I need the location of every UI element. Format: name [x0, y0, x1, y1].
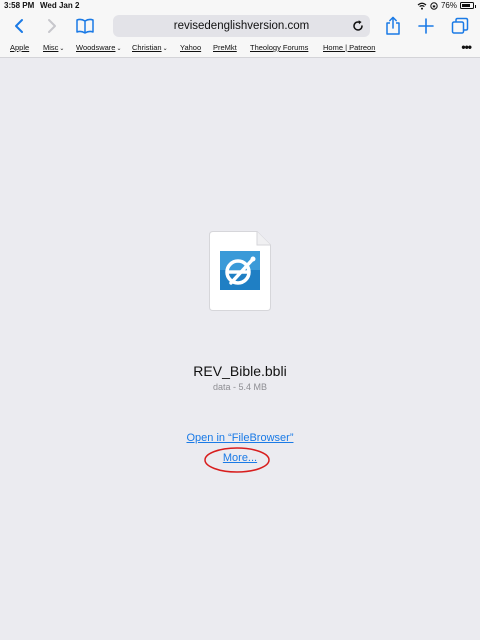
bookmark-yahoo[interactable]: Yahoo — [180, 43, 201, 52]
wifi-icon — [417, 2, 427, 10]
battery-level — [462, 4, 470, 7]
bookmark-apple[interactable]: Apple — [10, 43, 29, 52]
chevron-left-icon — [15, 19, 23, 33]
bookmark-christian[interactable]: Christian⌄ — [132, 43, 168, 52]
file-icon — [209, 231, 271, 311]
bookmark-label: Christian — [132, 43, 162, 52]
bookmark-premkt[interactable]: PreMkt — [213, 43, 237, 52]
chevron-down-icon: ⌄ — [162, 46, 168, 52]
bookmark-label: Misc — [43, 43, 59, 52]
back-button[interactable] — [7, 15, 31, 37]
status-indicators: 76% — [417, 1, 476, 10]
bookmark-label: Theology Forums — [250, 43, 309, 52]
battery-icon — [460, 2, 476, 9]
bookmark-label: Yahoo — [180, 43, 202, 52]
bookmark-theology-forums[interactable]: Theology Forums — [250, 43, 308, 52]
chevron-down-icon: ⌄ — [116, 46, 122, 52]
tabs-icon — [451, 17, 469, 34]
reload-icon[interactable] — [351, 19, 365, 33]
chevron-down-icon: ⌄ — [59, 46, 65, 52]
status-time: 3:58 PM — [4, 1, 35, 10]
bookmarks-button[interactable] — [73, 15, 97, 37]
share-icon — [386, 16, 400, 35]
forward-button[interactable] — [40, 15, 64, 37]
favorites-bar: Apple Misc⌄ Woodsware⌄ Christian⌄ Yahoo … — [0, 40, 480, 56]
bookmark-misc[interactable]: Misc⌄ — [43, 43, 64, 52]
address-bar[interactable]: revisedenglishversion.com — [113, 15, 370, 37]
bookmark-home-patreon[interactable]: Home | Patreon — [323, 43, 375, 52]
url-text: revisedenglishversion.com — [173, 20, 310, 32]
tabs-button[interactable] — [448, 15, 472, 37]
browser-chrome: 3:58 PM Wed Jan 2 76% revisedenglishvers… — [0, 0, 480, 58]
bookmark-woodsware[interactable]: Woodsware⌄ — [76, 43, 122, 52]
orientation-lock-icon — [430, 1, 438, 10]
status-bar: 3:58 PM Wed Jan 2 76% — [0, 0, 480, 12]
toolbar: revisedenglishversion.com — [0, 12, 480, 40]
more-link[interactable]: More... — [200, 452, 280, 464]
bookmark-label: Home | Patreon — [323, 43, 376, 52]
bookmark-label: Apple — [10, 43, 30, 52]
bookmark-label: Woodsware — [76, 43, 116, 52]
new-tab-button[interactable] — [414, 15, 438, 37]
share-button[interactable] — [381, 15, 405, 37]
file-meta: data - 5.4 MB — [212, 382, 268, 392]
file-name: REV_Bible.bbli — [193, 363, 287, 379]
book-icon — [76, 18, 94, 34]
plus-icon — [418, 18, 434, 34]
open-in-filebrowser-link[interactable]: Open in “FileBrowser” — [140, 432, 340, 444]
chevron-right-icon — [48, 19, 56, 33]
bookmark-label: PreMkt — [213, 43, 237, 52]
battery-percent: 76% — [440, 1, 457, 10]
status-date: Wed Jan 2 — [40, 1, 80, 10]
more-bookmarks-icon[interactable]: ••• — [461, 40, 472, 54]
